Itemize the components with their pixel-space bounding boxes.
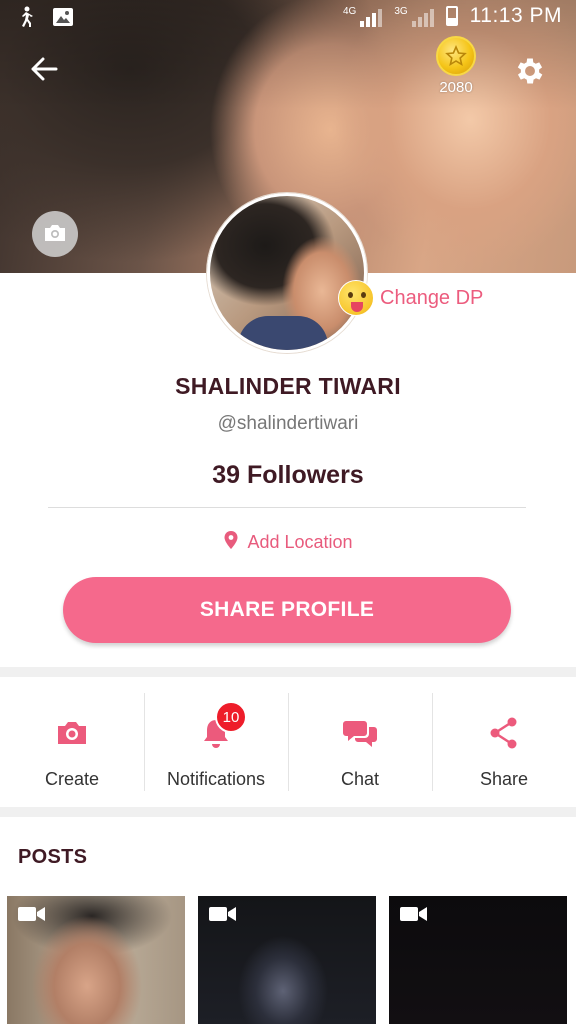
gear-icon: [513, 54, 547, 91]
image-icon: [52, 6, 74, 33]
followers-count[interactable]: 39 Followers: [0, 461, 576, 490]
share-label: Share: [479, 769, 529, 789]
video-camera-icon: [17, 904, 47, 929]
posts-heading: POSTS: [18, 846, 88, 868]
back-button[interactable]: [22, 48, 66, 92]
video-camera-icon: [208, 904, 238, 929]
coin-count: 2080: [439, 79, 473, 96]
create-label: Create: [44, 769, 100, 789]
change-cover-button[interactable]: [32, 211, 78, 257]
post-thumbnail[interactable]: [198, 896, 376, 1024]
post-thumbnail[interactable]: [389, 896, 567, 1024]
avatar[interactable]: [207, 193, 367, 353]
create-button[interactable]: Create: [0, 677, 144, 807]
section-separator: [0, 667, 576, 677]
share-button[interactable]: Share: [432, 677, 576, 807]
notifications-label: Notifications: [166, 769, 266, 789]
network-type-label: 4G: [342, 6, 357, 17]
profile-handle: @shalindertiwari: [217, 413, 359, 434]
divider: [48, 507, 526, 508]
profile-actions: Create 10 Notifications Chat Share: [0, 677, 576, 807]
bell-icon: 10: [201, 701, 247, 751]
signal-icon: 4G: [342, 5, 383, 27]
chat-label: Chat: [340, 769, 380, 789]
change-dp-label: Change DP: [380, 286, 484, 309]
gold-star-coin-icon: [436, 36, 476, 76]
video-camera-icon: [399, 904, 429, 929]
share-profile-label: SHARE PROFILE: [199, 598, 375, 621]
section-separator: [0, 807, 576, 817]
chat-button[interactable]: Chat: [288, 677, 432, 807]
arrow-left-icon: [30, 57, 58, 84]
status-time: 11:13 PM: [469, 4, 562, 27]
share-icon: [489, 715, 519, 751]
camera-icon: [42, 222, 68, 247]
settings-button[interactable]: [508, 50, 552, 94]
status-bar: 4G 3G 11:13 PM: [0, 0, 576, 38]
map-pin-icon: [223, 530, 239, 555]
add-location-link[interactable]: Add Location: [0, 530, 576, 555]
walk-icon: [16, 6, 36, 33]
network-type-label: 3G: [394, 6, 408, 17]
coins-balance[interactable]: 2080: [426, 36, 486, 96]
tongue-emoji-icon: [338, 280, 374, 316]
posts-grid: [7, 896, 569, 1024]
profile-name: SHALINDER TIWARI: [175, 373, 401, 399]
share-profile-button[interactable]: SHARE PROFILE: [63, 577, 511, 643]
post-thumbnail[interactable]: [7, 896, 185, 1024]
camera-icon: [55, 715, 89, 751]
notifications-badge: 10: [215, 701, 247, 733]
change-dp-button[interactable]: Change DP: [338, 280, 483, 316]
notifications-button[interactable]: 10 Notifications: [144, 677, 288, 807]
chat-bubbles-icon: [342, 715, 378, 751]
add-location-label: Add Location: [247, 532, 353, 552]
signal-icon: 3G: [394, 5, 434, 27]
battery-icon: [445, 6, 458, 26]
